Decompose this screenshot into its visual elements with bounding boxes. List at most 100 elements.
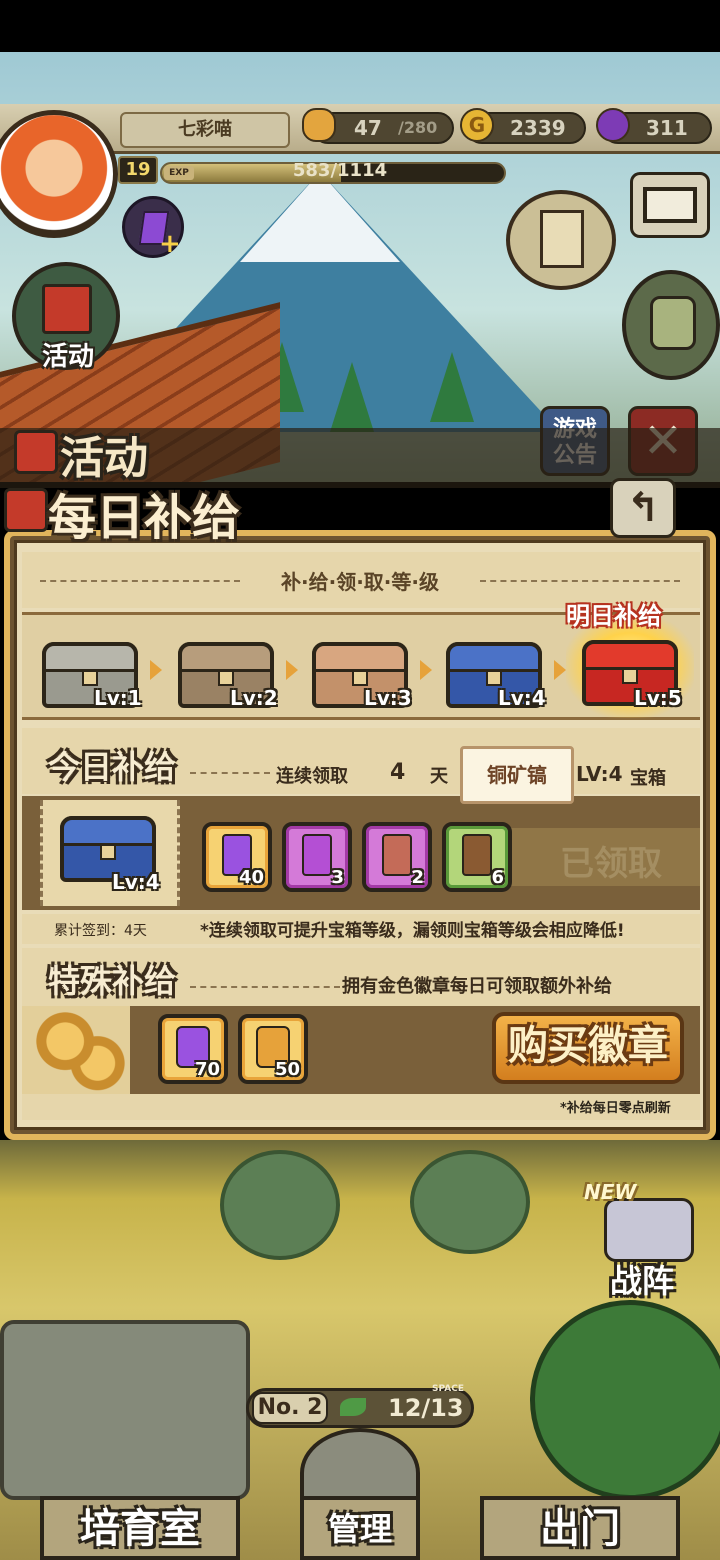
chest-level-label: Lv:4 [498,686,546,710]
back-button[interactable]: ↰ [610,478,676,538]
chest-level-label: Lv:2 [230,686,278,710]
exp-text: 583/1114 [292,160,388,181]
chest-lock [100,844,116,860]
item-count: 2 [411,867,424,888]
today-chest-level: Lv:4 [112,870,160,894]
special-reward-item[interactable]: 50 [238,1014,308,1084]
item-count: 70 [194,1059,220,1080]
streak-days: 4 [390,760,406,785]
mail-button[interactable] [630,172,710,238]
backpack-button[interactable] [622,270,720,380]
chest-lid [178,642,274,672]
potion-icon [302,834,332,876]
event-side-label: 活动 [41,342,94,372]
backpack-icon [650,296,696,350]
level-section-title: 补·给·领·取·等·级 [281,570,439,594]
chest-lid [60,816,156,846]
space-count: 12/13 [388,1394,464,1422]
reward-item[interactable]: 2 [362,822,432,892]
space-tag: SPACE [432,1384,464,1394]
chest-level-label: Lv:1 [94,686,142,710]
scroll-icon [540,210,584,268]
event-title: 活动 [60,433,148,484]
gift-icon [42,284,92,334]
player-level: 19 [118,156,158,184]
gift-icon [14,430,58,474]
gold-coin-icon: G [460,108,494,142]
chest-lock [486,670,502,686]
today-title: 今日补给 [48,748,177,786]
gold-badge-art [22,1006,130,1094]
chest-lid [446,642,542,672]
chevron-right-icon [150,660,162,680]
chest-word: 宝箱 [630,768,666,789]
divider [190,986,340,988]
item-count: 6 [491,867,504,888]
ticket-icon [382,834,412,876]
leaf-icon [340,1398,366,1416]
reward-item[interactable]: 6 [442,822,512,892]
chest-lid [42,642,138,672]
formation-label: 战阵 [610,1262,675,1300]
mountain-snow [240,172,400,262]
bread-current: 47 [354,116,382,140]
claimed-label: 已领取 [560,844,662,884]
chest-lock [218,670,234,686]
gift-icon [4,488,48,532]
chest-lock [622,668,638,684]
formation-icon [604,1198,694,1262]
chevron-right-icon [554,660,566,680]
chest-lock [82,670,98,686]
purple-gem-icon [596,108,630,142]
bread-icon [302,108,336,142]
chest-level-label: Lv:3 [364,686,412,710]
tomorrow-tag: 明日补给 [566,602,662,630]
item-count: 40 [238,867,264,888]
special-desc: 拥有金色徽章每日可领取额外补给 [342,976,612,997]
tree [530,1300,720,1500]
add-gem-button[interactable]: + [122,196,184,259]
status-bar [0,0,720,52]
reward-item[interactable]: 3 [282,822,352,892]
reward-item[interactable]: 40 [202,822,272,892]
nav-manage[interactable]: 管理 [300,1496,420,1560]
back-arrow-icon: ↰ [626,485,660,531]
nursery-building [0,1320,250,1500]
pickaxe-icon [462,834,492,876]
tree [430,352,474,422]
space-number: No. 2 [252,1392,328,1424]
chest-lid [312,642,408,672]
tree [330,362,374,432]
chest-level-label: Lv:5 [634,686,682,710]
nav-nursery[interactable]: 培育室 [40,1496,240,1560]
gold-amount: 2339 [510,116,566,140]
checkin-total: 累计签到：4天 [54,923,147,939]
bush [410,1150,530,1254]
refresh-note: *补给每日零点刷新 [560,1101,671,1116]
envelope-icon [643,187,697,223]
chest-lock [352,670,368,686]
exp-tag: EXP [164,166,194,180]
item-tooltip: 铜矿镐 [460,746,574,804]
streak-label: 连续领取 [276,766,348,787]
chest-level-text: LV:4 [576,762,623,786]
special-reward-item[interactable]: 70 [158,1014,228,1084]
chevron-right-icon [420,660,432,680]
bush [220,1150,340,1260]
bread-max: /280 [398,118,438,137]
player-name[interactable]: 七彩喵 [120,112,290,148]
plus-icon: + [159,229,181,259]
divider [190,772,270,774]
quest-scroll-button[interactable] [506,190,616,290]
chevron-right-icon [286,660,298,680]
item-count: 3 [331,867,344,888]
streak-unit: 天 [430,766,448,787]
streak-rule-note: *连续领取可提升宝箱等级，漏领则宝箱等级会相应降低! [200,921,625,941]
gem-amount: 311 [646,116,688,140]
buy-badge-button[interactable]: 购买徽章 [492,1012,684,1084]
nav-go-out[interactable]: 出门 [480,1496,680,1560]
new-badge: NEW [584,1180,637,1204]
panel-title: 每日补给 [48,490,241,546]
special-title: 特殊补给 [48,962,177,1000]
item-count: 50 [274,1059,300,1080]
